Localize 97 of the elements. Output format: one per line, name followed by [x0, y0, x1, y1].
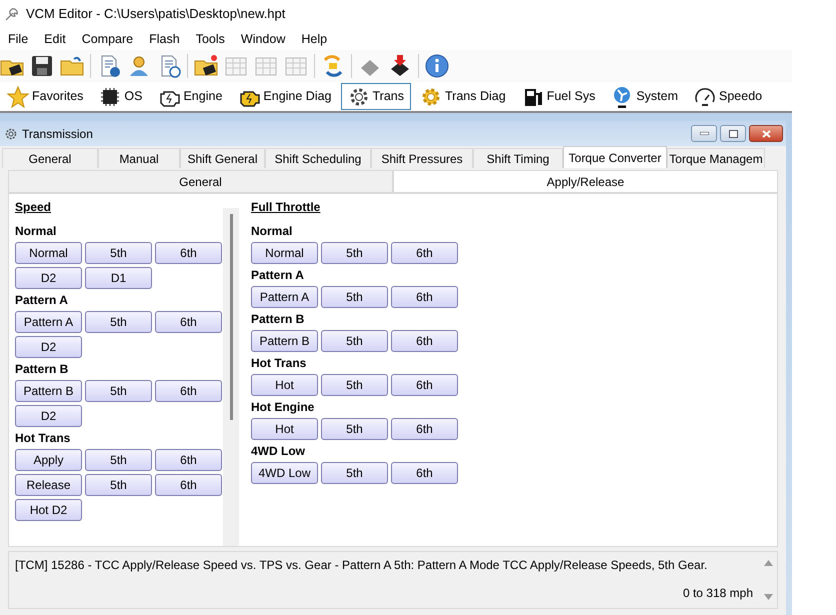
group-label: Hot Engine — [251, 399, 316, 416]
gear-icon — [5, 128, 17, 140]
table-button[interactable]: Pattern B — [15, 380, 82, 402]
table-button[interactable]: Pattern B — [251, 330, 318, 352]
toolbar-tab[interactable]: Favorites — [0, 83, 90, 110]
gauge-icon — [694, 86, 716, 108]
range-text: 0 to 318 mph — [682, 585, 753, 602]
group-label: Normal — [251, 223, 294, 240]
table-button[interactable]: D2 — [15, 267, 82, 289]
table-button[interactable]: Hot D2 — [15, 499, 82, 521]
table-button[interactable]: D1 — [85, 267, 152, 289]
star-icon — [7, 86, 29, 108]
close-button[interactable] — [749, 125, 783, 142]
tab[interactable]: Shift General — [180, 148, 265, 168]
menu-item[interactable]: Compare — [74, 30, 142, 48]
gear-icon — [348, 86, 370, 108]
menu-item[interactable]: Tools — [188, 30, 233, 48]
toolbar-tab[interactable]: System — [604, 83, 686, 110]
table-button[interactable]: 6th — [391, 286, 458, 308]
minimize-button[interactable] — [691, 125, 717, 142]
table-button[interactable]: Pattern A — [15, 311, 82, 333]
table-button[interactable]: 5th — [85, 449, 152, 471]
table-button[interactable]: 5th — [321, 462, 388, 484]
tab[interactable]: Shift Pressures — [371, 148, 473, 168]
toolbar-tab[interactable]: Trans Diag — [413, 83, 513, 110]
menu-item[interactable]: Flash — [141, 30, 188, 48]
table-button[interactable]: 5th — [321, 286, 388, 308]
table-button[interactable]: Normal — [251, 242, 318, 264]
group-label: Normal — [15, 223, 58, 240]
table-button[interactable]: 6th — [155, 474, 222, 496]
table-button[interactable]: 5th — [321, 330, 388, 352]
table-button[interactable]: Release — [15, 474, 82, 496]
group-label: Hot Trans — [15, 430, 72, 447]
table-button[interactable]: 5th — [321, 242, 388, 264]
tab[interactable]: Apply/Release — [393, 170, 778, 193]
table-button[interactable]: 6th — [155, 311, 222, 333]
group-label: Hot Trans — [251, 355, 308, 372]
tab[interactable]: Torque Converter — [563, 146, 667, 168]
maximize-button[interactable] — [720, 125, 746, 142]
toolbar-tab[interactable]: Speedo — [687, 83, 770, 110]
tab[interactable]: Torque Managem — [667, 148, 765, 168]
menu-item[interactable]: Edit — [36, 30, 74, 48]
tab[interactable]: General — [8, 170, 393, 193]
info-icon[interactable] — [425, 54, 449, 78]
toolbar-tab[interactable]: Engine — [151, 83, 230, 110]
toolbar-tab[interactable]: Engine Diag — [231, 83, 339, 110]
table-button[interactable]: 6th — [391, 242, 458, 264]
table-button[interactable]: Pattern A — [251, 286, 318, 308]
table-button[interactable]: 6th — [391, 418, 458, 440]
table-button[interactable]: 5th — [321, 418, 388, 440]
save-icon[interactable] — [30, 54, 54, 78]
toolbar-tab[interactable]: Trans — [340, 83, 412, 110]
close-icon — [762, 130, 770, 138]
folder-icon[interactable] — [60, 54, 84, 78]
table-button[interactable]: 4WD Low — [251, 462, 318, 484]
tab[interactable]: Shift Timing — [473, 148, 563, 168]
maximize-icon — [728, 130, 738, 138]
table-button[interactable]: 5th — [85, 242, 152, 264]
gear-icon — [420, 86, 442, 108]
section-heading: Full Throttle — [251, 199, 322, 216]
table-button[interactable]: 5th — [321, 374, 388, 396]
table-button[interactable]: Normal — [15, 242, 82, 264]
menu-item[interactable]: Window — [232, 30, 294, 48]
menu-item[interactable]: Help — [293, 30, 336, 48]
tab[interactable]: Shift Scheduling — [265, 148, 371, 168]
table-button[interactable]: Apply — [15, 449, 82, 471]
table-button[interactable]: 6th — [155, 242, 222, 264]
tab[interactable]: Manual — [98, 148, 180, 168]
table-button[interactable]: D2 — [15, 405, 82, 427]
table-button[interactable]: 5th — [85, 474, 152, 496]
group-label: Pattern A — [251, 267, 305, 284]
folder-chip-icon[interactable] — [194, 54, 218, 78]
toolbar-tab[interactable]: OS — [92, 83, 150, 110]
table-button[interactable]: 6th — [391, 462, 458, 484]
table-button[interactable]: 6th — [155, 380, 222, 402]
table-button[interactable]: D2 — [15, 336, 82, 358]
table-button[interactable]: 5th — [85, 311, 152, 333]
tab[interactable]: General — [2, 148, 98, 168]
scrollbar[interactable] — [223, 208, 239, 546]
group-label: Pattern B — [15, 361, 70, 378]
group-label: Pattern A — [15, 292, 69, 309]
arrows-icon[interactable] — [321, 54, 345, 78]
table-button[interactable]: Hot — [251, 418, 318, 440]
table-button[interactable]: 6th — [391, 330, 458, 352]
toolbar-tab[interactable]: Fuel Sys — [514, 83, 602, 110]
description-text: [TCM] 15286 - TCC Apply/Release Speed vs. TPS vs. Gear - Pattern A 5th: Pattern A Mode TCC Apply/Release Speeds, 5th Gear. — [15, 557, 708, 574]
group-label: 4WD Low — [251, 443, 306, 460]
group-label: Pattern B — [251, 311, 306, 328]
table-button[interactable]: 6th — [391, 374, 458, 396]
minimize-icon — [700, 132, 708, 135]
table-button[interactable]: Hot — [251, 374, 318, 396]
window-title: Transmission — [22, 126, 93, 142]
table-button[interactable]: 5th — [85, 380, 152, 402]
window-title: VCM Editor - C:\Users\patis\Desktop\new.hpt — [26, 5, 286, 24]
menu-item[interactable]: File — [0, 30, 36, 48]
table-button[interactable]: 6th — [155, 449, 222, 471]
section-heading: Speed — [15, 199, 52, 216]
